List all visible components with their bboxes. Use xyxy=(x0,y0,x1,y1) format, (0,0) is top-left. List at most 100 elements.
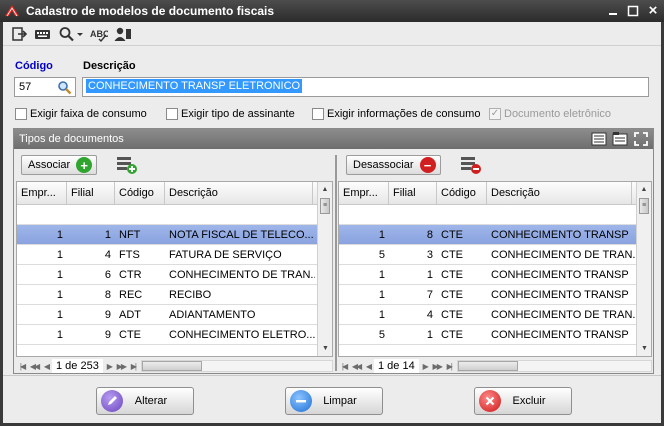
cell-codigo: FTS xyxy=(119,249,140,261)
cell-codigo: CTE xyxy=(441,229,463,241)
list-view-icon[interactable] xyxy=(591,131,607,147)
table-row[interactable]: 1 4 FTS FATURA DE SERVIÇO xyxy=(17,245,332,265)
cell-empresa: 1 xyxy=(56,289,63,301)
table-row[interactable]: 1 7 CTE CONHECIMENTO TRANSP xyxy=(339,285,651,305)
checkbox-exigir-faixa-consumo[interactable]: Exigir faixa de consumo xyxy=(15,108,147,120)
cell-descricao: CONHECIMENTO DE TRAN... xyxy=(169,269,315,281)
column-header-empresa[interactable]: Empr... xyxy=(339,182,389,204)
table-row[interactable]: 5 1 CTE CONHECIMENTO TRANSP xyxy=(339,325,651,345)
maximize-button[interactable] xyxy=(626,4,640,18)
close-button[interactable]: × xyxy=(646,3,660,18)
last-page-icon[interactable]: ▶| xyxy=(127,362,139,371)
vertical-scrollbar[interactable]: ▲ ≡ ▼ xyxy=(317,182,332,356)
cell-empresa: 5 xyxy=(378,329,385,341)
pane-splitter[interactable] xyxy=(335,155,337,371)
first-page-icon[interactable]: |◀ xyxy=(338,362,350,371)
associated-documents-pane: Desassociar − Empr... Filial Código Desc… xyxy=(338,150,652,373)
remove-all-icon[interactable] xyxy=(460,155,482,175)
user-button[interactable] xyxy=(113,24,133,44)
next-page-icon[interactable]: ▶ xyxy=(103,362,115,371)
exit-icon xyxy=(12,26,27,41)
vertical-scrollbar[interactable]: ▲ ≡ ▼ xyxy=(636,182,651,356)
table-row[interactable]: 1 4 CTE CONHECIMENTO DE TRAN... xyxy=(339,305,651,325)
horizontal-scrollbar[interactable] xyxy=(140,360,333,372)
table-row[interactable]: 1 9 ADT ADIANTAMENTO xyxy=(17,305,332,325)
desassociar-button[interactable]: Desassociar − xyxy=(346,155,441,175)
window-title: Cadastro de modelos de documento fiscais xyxy=(26,4,275,18)
column-header-filial[interactable]: Filial xyxy=(67,182,115,204)
next-page-fast-icon[interactable]: ▶▶ xyxy=(115,362,127,371)
horizontal-scrollbar[interactable] xyxy=(456,360,652,372)
cell-empresa: 1 xyxy=(378,289,385,301)
spellcheck-button[interactable]: ABC xyxy=(89,24,109,44)
table-row[interactable]: 1 8 CTE CONHECIMENTO TRANSP xyxy=(339,225,651,245)
form-view-icon[interactable] xyxy=(612,131,628,147)
cell-codigo: CTE xyxy=(441,249,463,261)
cell-filial: 8 xyxy=(104,289,111,301)
table-row[interactable]: 1 8 REC RECIBO xyxy=(17,285,332,305)
horizontal-scroll-thumb[interactable] xyxy=(457,361,518,371)
cell-descricao: CONHECIMENTO TRANSP xyxy=(491,269,629,281)
table-row[interactable]: 1 1 CTE CONHECIMENTO TRANSP xyxy=(339,265,651,285)
checkbox-box[interactable] xyxy=(15,108,27,120)
associar-button[interactable]: Associar + xyxy=(21,155,98,175)
checkbox-box[interactable] xyxy=(312,108,324,120)
search-button[interactable] xyxy=(57,24,85,44)
keyboard-icon xyxy=(35,29,50,39)
next-page-icon[interactable]: ▶ xyxy=(419,362,431,371)
toolbar: ABC xyxy=(3,22,661,46)
column-header-codigo[interactable]: Código xyxy=(115,182,165,204)
column-header-codigo[interactable]: Código xyxy=(437,182,487,204)
prev-page-fast-icon[interactable]: ◀◀ xyxy=(350,362,362,371)
first-page-icon[interactable]: |◀ xyxy=(16,362,28,371)
scroll-up-icon[interactable]: ▲ xyxy=(637,182,651,197)
checkbox-box[interactable] xyxy=(166,108,178,120)
descricao-input[interactable]: CONHECIMENTO TRANSP ELETRONICO xyxy=(82,77,649,97)
cell-codigo: CTE xyxy=(441,309,463,321)
checkbox-documento-eletronico: ✓ Documento eletrônico xyxy=(489,108,611,120)
app-logo-icon xyxy=(5,5,19,17)
limpar-button[interactable]: Limpar xyxy=(285,387,383,415)
table-row[interactable]: 1 6 CTR CONHECIMENTO DE TRAN... xyxy=(17,265,332,285)
cell-empresa: 1 xyxy=(56,249,63,261)
table-row[interactable]: 1 9 CTE CONHECIMENTO ELETRO... xyxy=(17,325,332,345)
next-page-fast-icon[interactable]: ▶▶ xyxy=(431,362,443,371)
column-header-filial[interactable]: Filial xyxy=(389,182,437,204)
scroll-down-icon[interactable]: ▼ xyxy=(637,341,651,356)
column-header-descricao[interactable]: Descrição xyxy=(487,182,632,204)
table-row[interactable]: 5 3 CTE CONHECIMENTO DE TRAN... xyxy=(339,245,651,265)
cell-filial: 4 xyxy=(426,309,433,321)
column-header-descricao[interactable]: Descrição xyxy=(165,182,313,204)
search-icon[interactable] xyxy=(57,80,72,95)
scroll-down-icon[interactable]: ▼ xyxy=(318,341,332,356)
last-page-icon[interactable]: ▶| xyxy=(443,362,455,371)
scroll-thumb[interactable]: ≡ xyxy=(639,198,649,214)
filter-row[interactable] xyxy=(17,205,332,225)
expand-icon[interactable] xyxy=(633,131,649,147)
checkbox-exigir-tipo-assinante[interactable]: Exigir tipo de assinante xyxy=(166,108,295,120)
prev-page-icon[interactable]: ◀ xyxy=(40,362,52,371)
exit-button[interactable] xyxy=(9,24,29,44)
filter-row[interactable] xyxy=(339,205,651,225)
cell-filial: 8 xyxy=(426,229,433,241)
cell-descricao: CONHECIMENTO TRANSP xyxy=(491,329,629,341)
add-all-icon[interactable] xyxy=(116,155,138,175)
descricao-value: CONHECIMENTO TRANSP ELETRONICO xyxy=(86,79,303,93)
associated-documents-grid[interactable]: Empr... Filial Código Descrição 1 8 CTE CON… xyxy=(338,181,652,357)
codigo-input[interactable]: 57 xyxy=(14,77,76,97)
excluir-button[interactable]: Excluir xyxy=(474,387,572,415)
scroll-thumb[interactable]: ≡ xyxy=(320,198,330,214)
table-row[interactable]: 1 1 NFT NOTA FISCAL DE TELECO... xyxy=(17,225,332,245)
horizontal-scroll-thumb[interactable] xyxy=(141,361,202,371)
column-header-empresa[interactable]: Empr... xyxy=(17,182,67,204)
checkbox-exigir-informacoes-consumo[interactable]: Exigir informações de consumo xyxy=(312,108,480,120)
alterar-button[interactable]: Alterar xyxy=(96,387,194,415)
scroll-up-icon[interactable]: ▲ xyxy=(318,182,332,197)
available-documents-grid[interactable]: Empr... Filial Código Descrição 1 1 NFT NOT… xyxy=(16,181,333,357)
prev-page-icon[interactable]: ◀ xyxy=(362,362,374,371)
cell-empresa: 1 xyxy=(56,229,63,241)
prev-page-fast-icon[interactable]: ◀◀ xyxy=(28,362,40,371)
keyboard-button[interactable] xyxy=(33,24,53,44)
cell-descricao: CONHECIMENTO TRANSP xyxy=(491,229,629,241)
minimize-button[interactable] xyxy=(606,4,620,18)
